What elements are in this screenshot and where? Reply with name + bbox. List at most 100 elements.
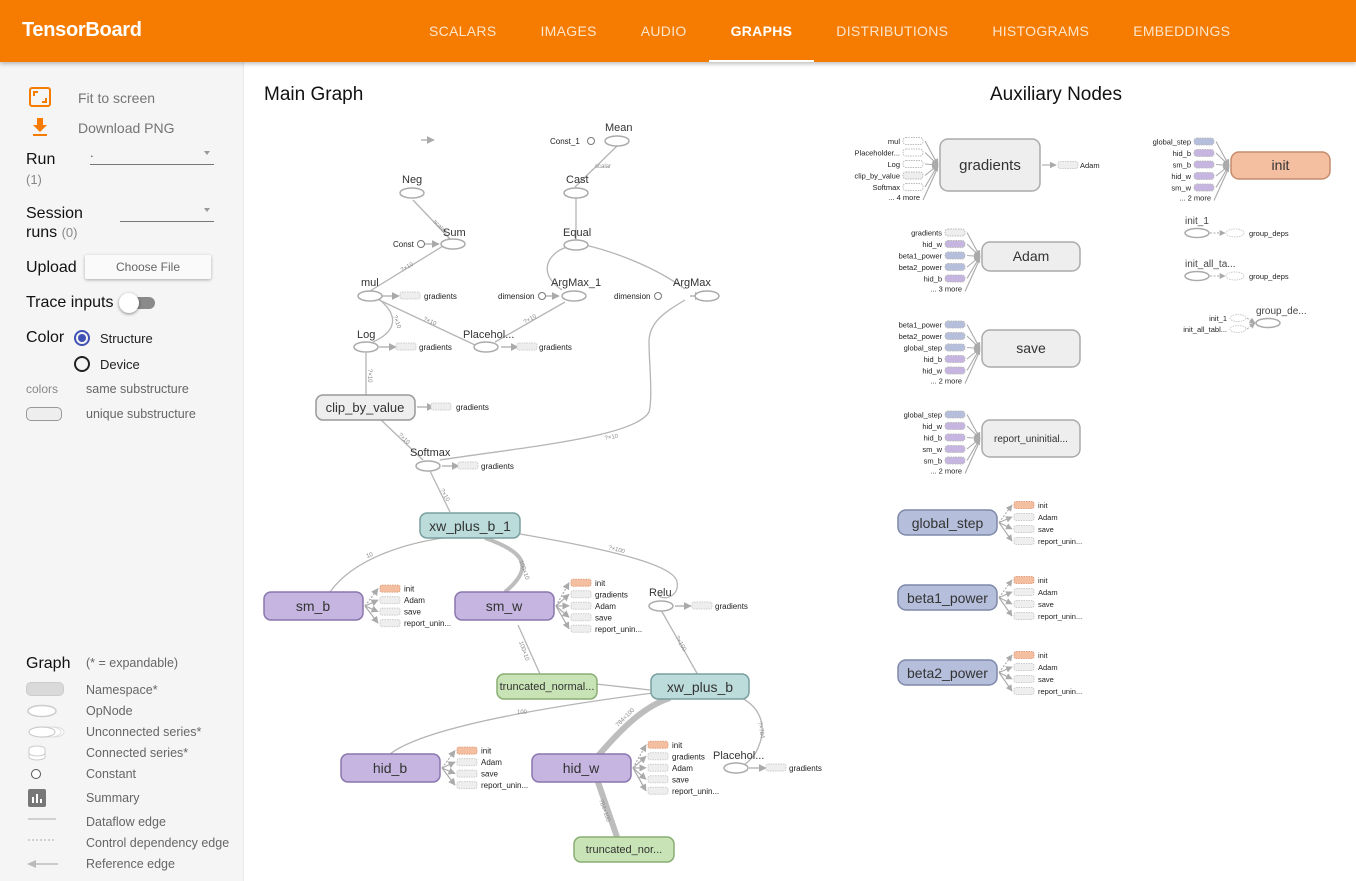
namespace-truncated-normal-1[interactable]: truncated_normal... — [496, 673, 598, 700]
aux-node-report[interactable] — [379, 619, 401, 628]
input-node[interactable] — [1193, 160, 1215, 169]
input-node[interactable] — [1193, 149, 1215, 157]
more-label[interactable]: ... 4 more — [888, 193, 920, 202]
op-argmax[interactable]: ArgMax dimension — [614, 277, 720, 302]
more-label[interactable]: ... 2 more — [930, 467, 962, 476]
namespace-truncated-normal-2[interactable]: truncated_nor... — [573, 836, 675, 863]
input-node[interactable] — [944, 274, 966, 283]
session-runs-select[interactable] — [120, 202, 214, 222]
op-log[interactable]: Log gradients — [353, 329, 452, 353]
aux-namespace-save[interactable]: beta1_power beta2_power global_step hid_bhi… — [899, 320, 1081, 386]
namespace-sm-b[interactable]: sm_b init Adam save report_unin... — [263, 584, 451, 629]
op-placeholder[interactable]: Placehol... gradients — [463, 329, 572, 353]
op-softmax[interactable]: Softmax gradients — [410, 447, 514, 472]
const-1[interactable]: Const_1 — [550, 137, 595, 146]
aux-node-save[interactable] — [379, 607, 401, 616]
aux-node-adam[interactable] — [570, 601, 592, 610]
aux-variable-beta1-power[interactable]: beta1_power init Adam save report_unin... — [897, 576, 1082, 621]
input-node[interactable] — [944, 263, 966, 271]
input-node[interactable] — [944, 228, 966, 237]
tab-scalars[interactable]: SCALARS — [407, 0, 518, 62]
more-label[interactable]: ... 2 more — [1179, 194, 1211, 203]
input-node[interactable] — [944, 433, 966, 442]
aux-node-report[interactable] — [570, 624, 592, 633]
choose-file-button[interactable]: Choose File — [85, 255, 211, 279]
op-argmax-1[interactable]: ArgMax_1 dimension — [498, 277, 601, 302]
input-node[interactable] — [944, 332, 966, 340]
aux-node-init[interactable] — [456, 746, 478, 755]
aux-namespace-gradients[interactable]: mul Placeholder... Log clip_by_value Softmax… — [855, 137, 1100, 202]
download-png-button[interactable]: Download PNG — [78, 120, 175, 136]
graph-canvas[interactable]: Main Graph Auxiliary Nodes scalar scalar… — [245, 62, 1356, 881]
op-neg[interactable]: Neg — [399, 174, 425, 199]
input-node[interactable] — [944, 343, 966, 352]
run-select[interactable]: . — [90, 145, 214, 165]
input-node[interactable] — [944, 355, 966, 363]
tab-audio[interactable]: AUDIO — [619, 0, 709, 62]
aux-namespace-adam[interactable]: gradients hid_w beta1_power beta2_power hid_… — [899, 228, 1081, 294]
color-device-radio[interactable] — [74, 356, 90, 372]
aux-node-gradients[interactable] — [570, 590, 592, 599]
aux-op-group-deps[interactable]: group_de... init_1 init_all_tabl... — [1183, 306, 1306, 334]
input-node[interactable] — [902, 183, 924, 191]
input-node[interactable] — [902, 171, 924, 180]
aux-node-adam[interactable] — [379, 596, 401, 605]
color-structure-radio[interactable] — [74, 330, 90, 346]
input-node[interactable] — [902, 137, 924, 145]
aux-node-init[interactable] — [570, 578, 592, 587]
input-node[interactable] — [944, 410, 966, 419]
fit-to-screen-icon[interactable] — [28, 85, 52, 109]
input-node[interactable] — [944, 456, 966, 465]
namespace-xw-plus-b-1[interactable]: xw_plus_b_1 — [419, 512, 521, 539]
input-node[interactable] — [944, 320, 966, 329]
trace-inputs-toggle[interactable] — [119, 293, 157, 313]
input-node[interactable] — [944, 240, 966, 248]
aux-node-save[interactable] — [647, 775, 669, 784]
namespace-clip-by-value[interactable]: clip_by_value gradients — [315, 394, 489, 421]
namespace-sm-w[interactable]: sm_w init gradients Adam save report_unin... — [454, 578, 642, 634]
tab-images[interactable]: IMAGES — [518, 0, 618, 62]
namespace-xw-plus-b[interactable]: xw_plus_b — [650, 673, 750, 700]
input-node[interactable] — [944, 445, 966, 453]
input-node[interactable] — [1193, 183, 1215, 192]
input-node[interactable] — [944, 251, 966, 260]
input-node[interactable] — [902, 160, 924, 168]
aux-namespace-init[interactable]: global_step hid_b sm_b hid_w sm_w... 2 more i… — [1153, 137, 1331, 203]
input-node[interactable] — [1193, 137, 1215, 146]
aux-node-report[interactable] — [647, 786, 669, 795]
aux-node-init[interactable] — [647, 740, 669, 749]
input-node[interactable] — [944, 366, 966, 375]
namespace-hid-w[interactable]: hid_w init gradients Adam save report_unin... — [531, 740, 719, 796]
op-sum[interactable]: Sum — [440, 227, 466, 250]
op-equal[interactable]: Equal — [563, 227, 591, 251]
tab-graphs[interactable]: GRAPHS — [708, 0, 815, 62]
aux-node-adam[interactable] — [647, 763, 669, 772]
fit-to-screen-button[interactable]: Fit to screen — [78, 90, 155, 106]
aux-node-gradients[interactable] — [647, 752, 669, 761]
input-node[interactable] — [902, 148, 924, 157]
tab-histograms[interactable]: HISTOGRAMS — [970, 0, 1111, 62]
op-mean[interactable]: Mean — [604, 122, 633, 147]
op-placeholder-2[interactable]: Placehol... gradients — [713, 750, 822, 774]
input-node[interactable] — [1193, 172, 1215, 180]
aux-node-save[interactable] — [456, 769, 478, 778]
edge-label: ?×10 — [523, 313, 538, 325]
aux-variable-global-step[interactable]: global_step init Adam save report_unin... — [897, 501, 1082, 546]
aux-op-init-1[interactable]: init_1 group_deps — [1184, 216, 1289, 239]
aux-node-init[interactable] — [379, 584, 401, 593]
tab-embeddings[interactable]: EMBEDDINGS — [1111, 0, 1252, 62]
download-icon[interactable] — [28, 115, 52, 139]
aux-namespace-report[interactable]: global_step hid_w hid_b sm_w sm_b... 2 more r… — [904, 410, 1081, 476]
namespace-hid-b[interactable]: hid_b init Adam save report_unin... — [340, 746, 528, 791]
aux-variable-beta2-power[interactable]: beta2_power init Adam save report_unin... — [897, 651, 1082, 696]
op-relu[interactable]: Relu gradients — [648, 587, 748, 612]
aux-op-init-all-tables[interactable]: init_all_ta... group_deps — [1184, 259, 1289, 282]
aux-node-adam[interactable] — [456, 758, 478, 767]
aux-node-report[interactable] — [456, 781, 478, 790]
input-node[interactable] — [944, 422, 966, 430]
more-label[interactable]: ... 2 more — [930, 377, 962, 386]
more-label[interactable]: ... 3 more — [930, 285, 962, 294]
aux-node-save[interactable] — [570, 613, 592, 622]
const[interactable]: Const — [393, 240, 425, 249]
tab-distributions[interactable]: DISTRIBUTIONS — [814, 0, 970, 62]
